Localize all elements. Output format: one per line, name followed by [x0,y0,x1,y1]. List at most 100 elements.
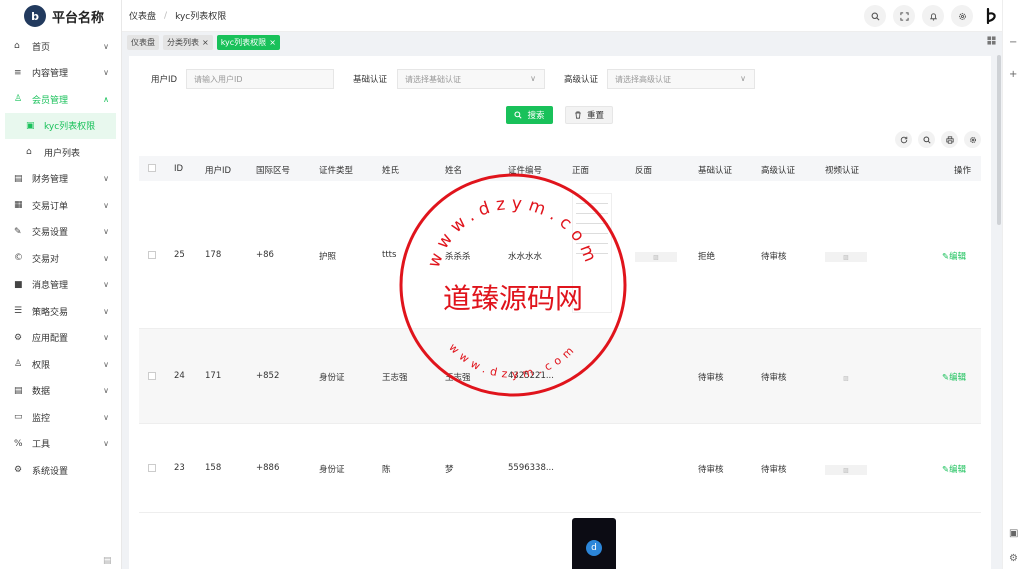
column-header-video-auth: 视频认证 [825,166,860,176]
close-icon[interactable]: × [202,38,209,47]
home-icon: ⌂ [26,147,32,158]
sidebar-item-monitor[interactable]: ▭ 监控 ∨ [0,404,121,431]
edit-button[interactable]: ✎编辑 [942,371,966,383]
fullscreen-icon[interactable] [893,5,915,27]
tab-category-list[interactable]: 分类列表 × [163,34,213,50]
tab-kyc-list[interactable]: kyc列表权限 × [216,34,280,50]
user-id-label: 用户ID [151,75,178,85]
cell-basic-auth: 待审核 [698,465,724,475]
row-checkbox[interactable] [148,464,156,472]
sidebar-item-finance[interactable]: ▤ 财务管理 ∨ [0,166,121,193]
front-image-thumbnail[interactable] [572,193,612,313]
breadcrumb-home[interactable]: 仪表盘 [129,9,156,22]
advanced-auth-select[interactable]: 请选择高级认证 ∨ [607,69,755,89]
sidebar-item-trade-settings[interactable]: ✎ 交易设置 ∨ [0,219,121,246]
app-logo[interactable]: b 平台名称 [0,0,121,32]
video-placeholder-icon[interactable]: ▨ [825,373,867,383]
edit-button[interactable]: ✎编辑 [942,463,966,475]
column-header-code: 国际区号 [256,166,291,176]
cell-doc-no: 5596338... [508,463,554,473]
breadcrumb-current: kyc列表权限 [175,12,227,22]
basic-auth-select[interactable]: 请选择基础认证 ∨ [397,69,545,89]
column-header-doc-type: 证件类型 [319,166,354,176]
video-placeholder-icon[interactable]: ▨ [825,465,867,475]
chevron-down-icon: ∨ [103,174,109,184]
sidebar-item-members[interactable]: ♙ 会员管理 ∧ [0,86,121,113]
trash-icon [575,111,581,119]
breadcrumb: 仪表盘 / kyc列表权限 [122,9,227,23]
chevron-down-icon: ∨ [103,41,109,51]
tab-dashboard[interactable]: 仪表盘 [127,34,159,50]
breadcrumb-separator: / [164,10,168,21]
sidebar-item-data[interactable]: ▤ 数据 ∨ [0,378,121,405]
user-icon: ♙ [14,94,23,105]
cell-name: 梦 [445,465,454,475]
search-icon[interactable] [864,5,886,27]
sidebar-menu: ⌂ 首页 ∨ ≡ 内容管理 ∨ ♙ 会员管理 ∧ ▣ kyc列表权限 ⌂ 用户列表 ▤ 财务管理 ∨… [0,33,121,484]
sidebar-item-user-list[interactable]: ⌂ 用户列表 [0,139,121,166]
row-checkbox[interactable] [148,251,156,259]
column-settings-icon[interactable] [964,131,981,148]
row-checkbox[interactable] [148,372,156,380]
search-icon[interactable] [918,131,935,148]
sidebar-item-strategy[interactable]: ☰ 策略交易 ∨ [0,298,121,325]
tabs-bar: 仪表盘 分类列表 × kyc列表权限 × [122,32,1002,52]
minus-icon[interactable]: − [1009,37,1017,48]
cell-advanced-auth: 待审核 [761,252,787,262]
sidebar-item-pairs[interactable]: © 交易对 ∨ [0,245,121,272]
cell-surname: 陈 [382,465,391,475]
sidebar-item-content[interactable]: ≡ 内容管理 ∨ [0,60,121,87]
cell-code: +886 [256,463,280,473]
edit-button[interactable]: ✎编辑 [942,250,966,262]
back-image-placeholder-icon[interactable]: ▨ [635,252,677,262]
gear-icon[interactable]: ⚙ [1009,553,1018,564]
logo-icon: b [24,5,46,27]
search-button[interactable]: 搜索 [506,106,553,124]
brand-b-icon[interactable] [980,5,1002,27]
sidebar-item-orders[interactable]: ▦ 交易订单 ∨ [0,192,121,219]
strategy-icon: ☰ [14,306,23,317]
select-all-checkbox[interactable] [148,164,156,172]
sidebar-item-messages[interactable]: ■ 消息管理 ∨ [0,272,121,299]
collapse-sidebar-icon[interactable]: ▤ [103,556,112,566]
table-row[interactable]: 24 171 +852 身份证 王志强 王志强 4325221... 待审核 待… [139,329,981,424]
sidebar: b 平台名称 ⌂ 首页 ∨ ≡ 内容管理 ∨ ♙ 会员管理 ∧ ▣ kyc列表权限 ⌂ 用户列表… [0,0,122,569]
settings-icon[interactable] [951,5,973,27]
plus-icon[interactable]: + [1009,69,1017,80]
column-header-user-id: 用户ID [205,166,232,176]
grid-icon[interactable] [987,36,996,48]
cell-user-id: 158 [205,463,222,473]
front-image-thumbnail[interactable]: d [572,518,616,569]
wallet-icon: ▤ [14,173,23,184]
cell-name: 杀杀杀 [445,252,471,262]
reset-button[interactable]: 重置 [565,106,613,124]
sidebar-item-home[interactable]: ⌂ 首页 ∨ [0,33,121,60]
cell-advanced-auth: 待审核 [761,465,787,475]
chevron-down-icon: ∨ [103,253,109,263]
sidebar-item-tools[interactable]: % 工具 ∨ [0,431,121,458]
sidebar-item-kyc[interactable]: ▣ kyc列表权限 [5,112,116,139]
table-row[interactable]: 23 158 +886 身份证 陈 梦 5596338... 待审核 待审核 ▨… [139,424,981,513]
kyc-list-panel: 用户ID 请输入用户ID 基础认证 请选择基础认证 ∨ 高级认证 请选择高级认证 ∨… [129,56,991,569]
table-row[interactable]: d [139,513,981,569]
feedback-icon[interactable]: ▣ [1009,528,1018,539]
table-row[interactable]: 25 178 +86 护照 ttts 杀杀杀 水水水水 ▨ 拒绝 待审核 ▨ ✎… [139,181,981,329]
table-header: ID 用户ID 国际区号 证件类型 姓氏 姓名 证件编号 正面 反面 基础认证 … [139,156,981,181]
bell-icon[interactable] [922,5,944,27]
order-icon: ▦ [14,200,23,211]
user-id-input[interactable]: 请输入用户ID [186,69,334,89]
sidebar-item-permissions[interactable]: ♙ 权限 ∨ [0,351,121,378]
cell-doc-type: 身份证 [319,465,345,475]
table-toolbar [895,131,981,148]
refresh-icon[interactable] [895,131,912,148]
sidebar-item-system-settings[interactable]: ⚙ 系统设置 [0,457,121,484]
column-header-advanced-auth: 高级认证 [761,166,796,176]
column-header-doc-no: 证件编号 [508,166,543,176]
close-icon[interactable]: × [269,38,276,47]
cell-doc-no: 水水水水 [508,252,543,262]
print-icon[interactable] [941,131,958,148]
cell-doc-no: 4325221... [508,371,554,381]
scrollbar-thumb[interactable] [997,55,1001,225]
video-placeholder-icon[interactable]: ▨ [825,252,867,262]
sidebar-item-app-config[interactable]: ⚙ 应用配置 ∨ [0,325,121,352]
